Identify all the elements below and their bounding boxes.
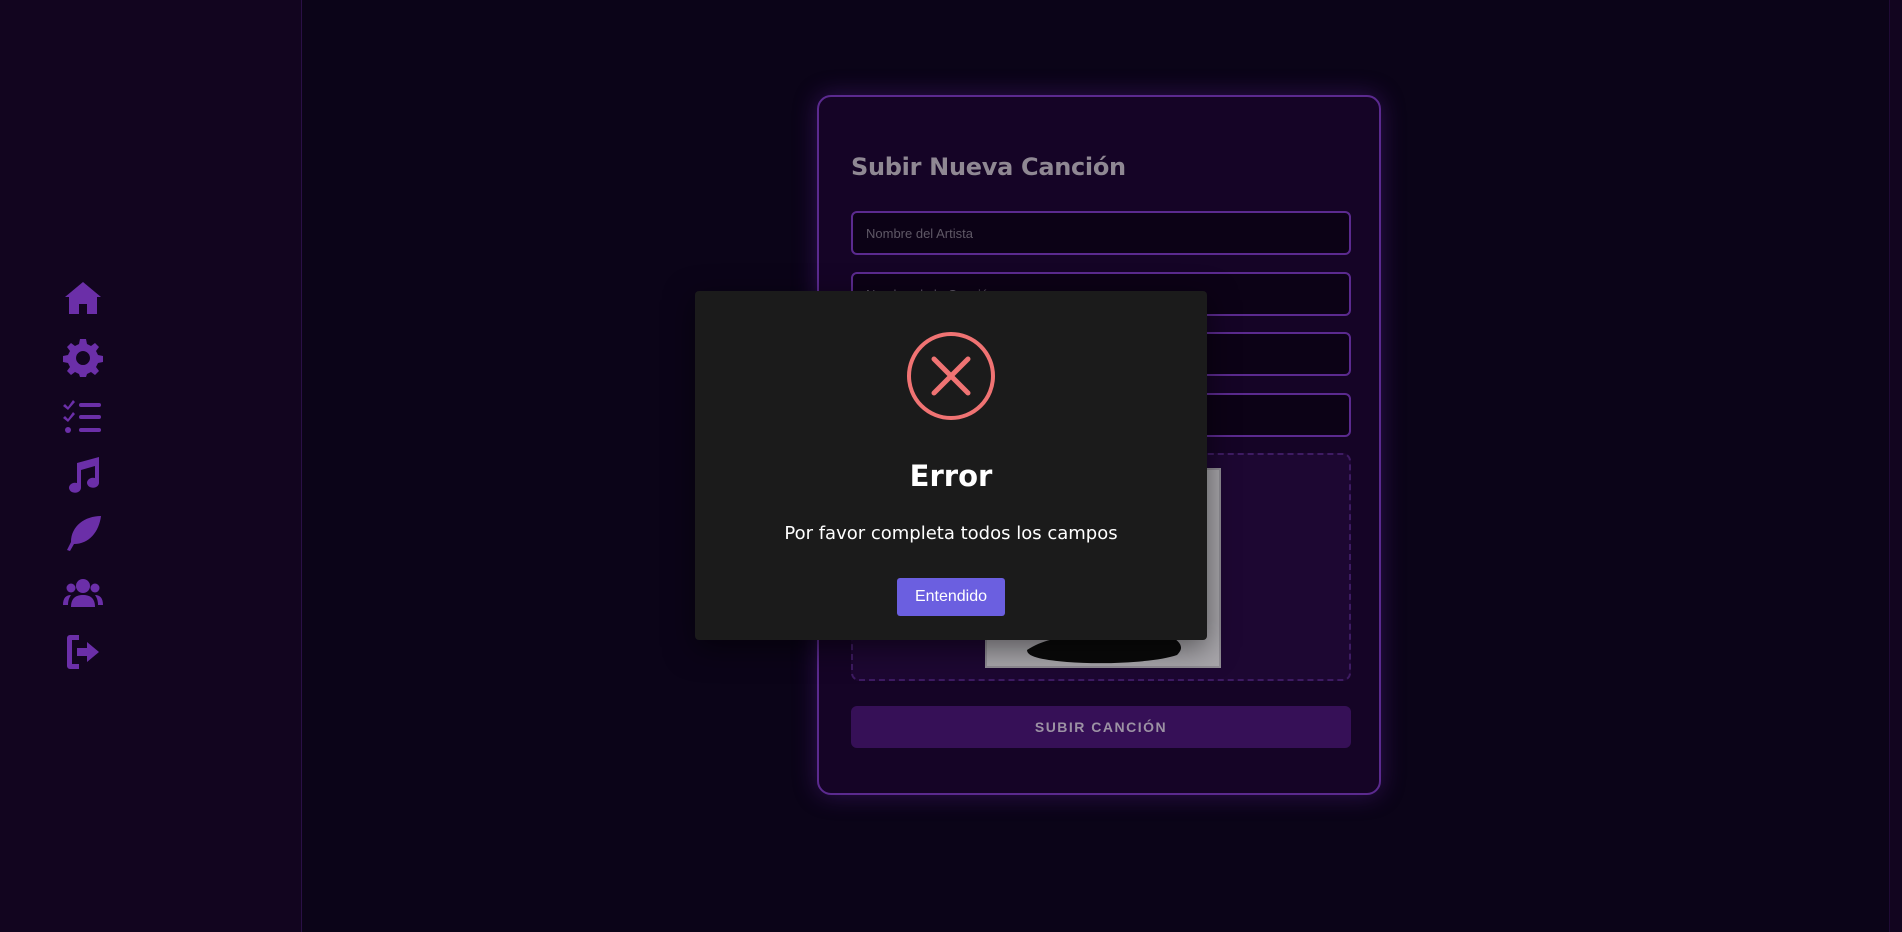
submit-song-button[interactable]: SUBIR CANCIÓN xyxy=(851,706,1351,748)
sidebar-item-logout[interactable] xyxy=(59,628,107,676)
users-icon xyxy=(63,579,103,607)
sidebar-item-feather[interactable] xyxy=(59,510,107,558)
home-icon xyxy=(65,282,101,314)
sidebar-item-music[interactable] xyxy=(59,451,107,499)
error-dialog: Error Por favor completa todos los campo… xyxy=(695,291,1207,640)
logout-icon xyxy=(67,635,99,669)
dialog-title: Error xyxy=(909,459,993,493)
form-title: Subir Nueva Canción xyxy=(851,153,1126,181)
sidebar xyxy=(0,0,302,932)
music-icon xyxy=(69,457,99,493)
sidebar-item-tasks[interactable] xyxy=(59,392,107,440)
feather-icon xyxy=(67,516,101,551)
right-edge-strip xyxy=(1889,0,1902,932)
dialog-message: Por favor completa todos los campos xyxy=(784,523,1118,544)
gear-icon xyxy=(63,339,103,377)
sidebar-item-settings[interactable] xyxy=(59,333,107,381)
app: Subir Nueva Canción SUBIR CANCIÓN Error … xyxy=(0,0,1902,932)
task-list-icon xyxy=(63,400,101,433)
error-x-icon xyxy=(907,332,995,420)
sidebar-nav xyxy=(59,274,107,687)
artist-name-input[interactable] xyxy=(851,211,1351,255)
sidebar-item-users[interactable] xyxy=(59,569,107,617)
confirm-button[interactable]: Entendido xyxy=(897,578,1005,616)
sidebar-item-home[interactable] xyxy=(59,274,107,322)
